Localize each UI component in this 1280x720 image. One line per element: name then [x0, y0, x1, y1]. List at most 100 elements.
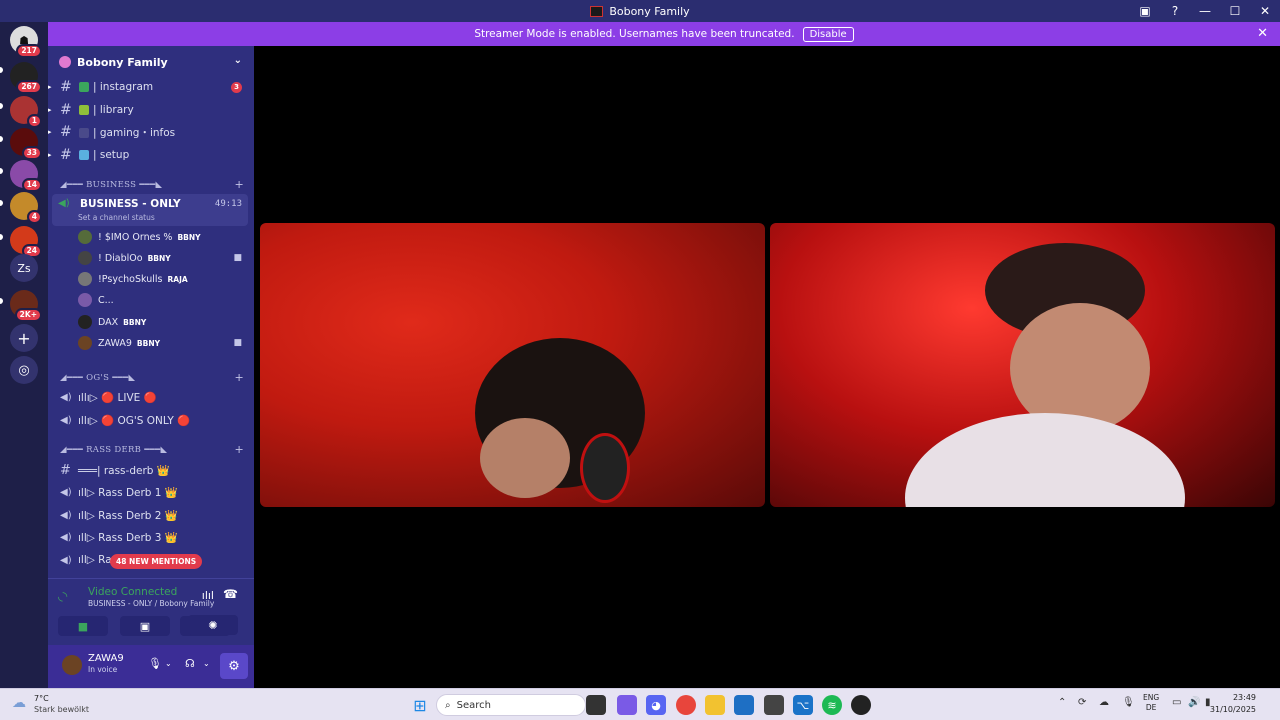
voice-status-title[interactable]: Video Connected — [88, 586, 177, 598]
channel-gaming-infos[interactable]: ▸ # | gaming・infos — [48, 122, 254, 142]
channel-status-link[interactable]: Set a channel status — [78, 213, 155, 222]
network-icon[interactable]: ▭ — [1172, 697, 1181, 708]
taskbar-search[interactable]: ⌕ Search — [436, 694, 586, 716]
cube-app-icon[interactable] — [764, 695, 784, 715]
help-icon[interactable]: ? — [1160, 0, 1190, 22]
discover-compass-icon[interactable]: ◎ — [10, 356, 38, 384]
signal-icon[interactable]: ◟◝ — [58, 589, 67, 603]
voice-channel-rass-derb-3[interactable]: ◀) ıll▷ Rass Derb 3 👑 — [52, 527, 248, 547]
noise-suppression-icon[interactable]: ılıl — [202, 589, 214, 602]
create-channel-icon[interactable]: + — [234, 443, 244, 456]
soundboard-button[interactable]: ✺ — [188, 615, 238, 635]
voice-channel-rass-derb-1[interactable]: ◀) ıll▷ Rass Derb 1 👑 — [52, 482, 248, 502]
guild-8[interactable]: 2K+ — [10, 290, 42, 322]
screen-share-button[interactable]: ▣ — [120, 616, 170, 636]
headphones-icon[interactable]: ☊ — [185, 657, 195, 670]
guild-label: Zs — [17, 261, 31, 275]
voice-user[interactable]: DAX BBNY — [78, 312, 248, 332]
maximize-button[interactable]: ☐ — [1220, 0, 1250, 22]
voice-user[interactable]: ! DiablOo BBNY ■ — [78, 248, 248, 268]
guild-6[interactable]: 24 — [10, 226, 42, 258]
disable-streamer-button[interactable]: Disable — [802, 26, 854, 42]
mic-options-chevron-icon[interactable]: ⌄ — [165, 659, 172, 668]
channel-instagram[interactable]: ▸ # | instagram 3 — [48, 77, 254, 97]
spotify-icon[interactable]: ≋ — [822, 695, 842, 715]
guild-direct-messages[interactable]: ☗ 217 — [10, 26, 42, 58]
soundboard-button[interactable] — [240, 616, 250, 636]
server-header[interactable]: Bobony Family ⌄ — [48, 46, 254, 78]
voice-channel-rass-derb-2[interactable]: ◀) ıll▷ Rass Derb 2 👑 — [52, 505, 248, 525]
close-banner-icon[interactable]: ✕ — [1257, 26, 1268, 41]
user-avatar[interactable] — [62, 655, 82, 675]
onedrive-icon[interactable]: ☁ — [1099, 697, 1109, 708]
guild-4[interactable]: 14 — [10, 160, 42, 192]
video-tile-1[interactable] — [260, 223, 765, 507]
task-view-icon[interactable] — [586, 695, 606, 715]
guild-1[interactable]: 267 — [10, 62, 42, 94]
discord-icon[interactable]: ◕ — [646, 695, 666, 715]
voice-channel-business-only[interactable]: ◀) BUSINESS - ONLY 49:13 Set a channel s… — [52, 194, 248, 226]
avatar — [78, 315, 92, 329]
file-explorer-icon[interactable] — [705, 695, 725, 715]
video-tile-2[interactable] — [770, 223, 1275, 507]
window-title: Bobony Family — [609, 4, 690, 18]
collapse-arrow-icon: ▸ — [48, 151, 52, 159]
disconnect-icon[interactable]: ☎ — [223, 587, 238, 601]
voice-user[interactable]: !PsychoSkulls RAJA — [78, 269, 248, 289]
category-business[interactable]: ◢━━━ BUSINESS ━━━◣ + — [60, 178, 248, 194]
guild-3[interactable]: 33 — [10, 128, 42, 160]
user-name[interactable]: ZAWA9 — [88, 653, 124, 664]
new-mentions-pill[interactable]: 48 NEW MENTIONS — [110, 554, 203, 569]
category-ogs[interactable]: ◢━━━ OG'S ━━━◣ + — [60, 371, 248, 387]
avatar — [78, 336, 92, 350]
audio-options-chevron-icon[interactable]: ⌄ — [203, 659, 210, 668]
speaker-icon: ◀) — [60, 486, 72, 498]
mic-tray-icon[interactable]: 🎙 — [1122, 697, 1135, 708]
voice-user[interactable]: ! $IMO Ornes % BBNY — [78, 227, 248, 247]
guild-2[interactable]: 1 — [10, 96, 42, 128]
window-controls: ▣ ? — ☐ ✕ — [1130, 0, 1280, 22]
minimize-button[interactable]: — — [1190, 0, 1220, 22]
guild-pill — [0, 136, 3, 142]
voice-channel-ogs-only[interactable]: ◀) ıllı▷ 🔴 OG'S ONLY 🔴 — [52, 410, 248, 430]
microphone-icon[interactable]: 🎙 — [148, 657, 162, 670]
tray-chevron-icon[interactable]: ⌃ — [1058, 697, 1066, 708]
text-channel-rass-derb[interactable]: # ═══| rass-derb 👑 — [52, 460, 248, 480]
camera-button[interactable]: ■ — [58, 616, 108, 636]
voice-channel-live[interactable]: ◀) ıllı▷ 🔴 LIVE 🔴 — [52, 387, 248, 407]
guild-badge: 1 — [26, 114, 42, 128]
category-rass-derb[interactable]: ◢━━━ RASS DERB ━━━◣ + — [60, 443, 248, 459]
add-server-button[interactable]: + — [10, 324, 38, 352]
sync-icon[interactable]: ⟳ — [1078, 697, 1086, 708]
copilot-icon[interactable] — [617, 695, 637, 715]
chrome-icon[interactable] — [676, 695, 696, 715]
speaker-icon: ◀) — [60, 554, 72, 566]
cloud-icon: ☁ — [12, 695, 26, 711]
voice-status-subtitle[interactable]: BUSINESS - ONLY / Bobony Family — [88, 599, 214, 608]
channel-library[interactable]: ▸ # | library — [48, 100, 254, 120]
voice-user[interactable]: ZAWA9 BBNY ■ — [78, 333, 248, 353]
inbox-icon[interactable]: ▣ — [1130, 0, 1160, 22]
collapse-arrow-icon: ▸ — [48, 128, 52, 136]
channel-setup[interactable]: ▸ # | setup — [48, 145, 254, 165]
close-window-button[interactable]: ✕ — [1250, 0, 1280, 22]
volume-icon[interactable]: 🔊 — [1188, 697, 1200, 708]
voice-user-name: ! DiablOo — [98, 252, 143, 264]
server-name: Bobony Family — [77, 55, 168, 69]
guild-5[interactable]: 4 — [10, 192, 42, 224]
guild-pill — [0, 103, 3, 109]
guild-pill — [0, 234, 3, 240]
vscode-icon[interactable]: ⌥ — [793, 695, 813, 715]
language-indicator[interactable]: ENG DE — [1143, 693, 1159, 713]
create-channel-icon[interactable]: + — [234, 178, 244, 191]
store-icon[interactable] — [734, 695, 754, 715]
app-icon[interactable] — [851, 695, 871, 715]
settings-gear-icon[interactable]: ⚙ — [220, 653, 248, 679]
guild-zs[interactable]: Zs — [10, 254, 38, 282]
voice-user[interactable]: C... — [78, 290, 248, 310]
create-channel-icon[interactable]: + — [234, 371, 244, 384]
windows-start-icon[interactable]: ⊞ — [410, 695, 430, 715]
system-clock[interactable]: 23:49 31/10/2025 — [1210, 692, 1256, 716]
channel-label: ıll▷ Rass Derb 1 👑 — [78, 486, 178, 499]
user-tag: BBNY — [136, 338, 161, 348]
